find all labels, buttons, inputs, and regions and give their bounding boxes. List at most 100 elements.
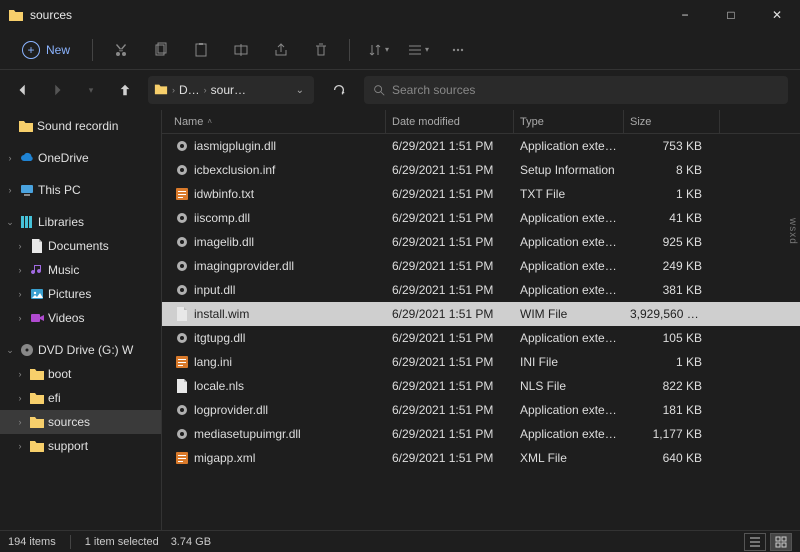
sort-button[interactable]: ▾: [362, 35, 394, 65]
nav-support[interactable]: › support: [0, 434, 161, 458]
file-type: Application exten…: [514, 235, 624, 249]
file-row[interactable]: logprovider.dll6/29/2021 1:51 PMApplicat…: [162, 398, 800, 422]
chevron-icon: ›: [14, 265, 26, 275]
close-button[interactable]: ✕: [754, 0, 800, 30]
breadcrumb-segment[interactable]: D…: [179, 83, 200, 97]
status-item-count: 194 items: [8, 536, 56, 548]
paste-button[interactable]: [185, 35, 217, 65]
file-row[interactable]: itgtupg.dll6/29/2021 1:51 PMApplication …: [162, 326, 800, 350]
cut-button[interactable]: [105, 35, 137, 65]
file-row[interactable]: mediasetupuimgr.dll6/29/2021 1:51 PMAppl…: [162, 422, 800, 446]
file-size: 822 KB: [624, 379, 720, 393]
column-header-date[interactable]: Date modified: [386, 110, 514, 133]
chevron-down-icon[interactable]: ⌄: [292, 85, 308, 96]
file-date: 6/29/2021 1:51 PM: [386, 355, 514, 369]
nav-pictures[interactable]: › Pictures: [0, 282, 161, 306]
file-size: 41 KB: [624, 211, 720, 225]
file-row[interactable]: imagingprovider.dll6/29/2021 1:51 PMAppl…: [162, 254, 800, 278]
forward-button[interactable]: [42, 75, 72, 105]
maximize-button[interactable]: □: [708, 0, 754, 30]
main-area: Sound recordin › OneDrive › This PC ⌄ Li…: [0, 110, 800, 530]
nav-videos[interactable]: › Videos: [0, 306, 161, 330]
file-type: Application exten…: [514, 211, 624, 225]
file-row[interactable]: migapp.xml6/29/2021 1:51 PMXML File640 K…: [162, 446, 800, 470]
file-type: Application exten…: [514, 331, 624, 345]
file-row[interactable]: install.wim6/29/2021 1:51 PMWIM File3,92…: [162, 302, 800, 326]
file-size: 381 KB: [624, 283, 720, 297]
file-size: 753 KB: [624, 139, 720, 153]
column-header-type[interactable]: Type: [514, 110, 624, 133]
chevron-icon: ›: [14, 241, 26, 251]
search-icon: [372, 83, 386, 97]
file-name: logprovider.dll: [194, 403, 268, 417]
refresh-button[interactable]: [324, 75, 354, 105]
new-button[interactable]: + New: [12, 37, 80, 63]
file-row[interactable]: icbexclusion.inf6/29/2021 1:51 PMSetup I…: [162, 158, 800, 182]
pc-icon: [19, 182, 35, 198]
file-row[interactable]: iiscomp.dll6/29/2021 1:51 PMApplication …: [162, 206, 800, 230]
address-bar[interactable]: › D… › sour… ⌄: [148, 76, 314, 104]
nav-onedrive[interactable]: › OneDrive: [0, 146, 161, 170]
file-row[interactable]: locale.nls6/29/2021 1:51 PMNLS File822 K…: [162, 374, 800, 398]
command-bar: + New ▾ ▾: [0, 30, 800, 70]
file-icon: [174, 234, 190, 250]
view-thumbnails-button[interactable]: [770, 533, 792, 551]
view-details-button[interactable]: [744, 533, 766, 551]
file-size: 640 KB: [624, 451, 720, 465]
copy-button[interactable]: [145, 35, 177, 65]
column-header-name[interactable]: Name ˄: [168, 110, 386, 133]
file-date: 6/29/2021 1:51 PM: [386, 163, 514, 177]
nav-music[interactable]: › Music: [0, 258, 161, 282]
file-type: TXT File: [514, 187, 624, 201]
nav-this-pc[interactable]: › This PC: [0, 178, 161, 202]
file-row[interactable]: imagelib.dll6/29/2021 1:51 PMApplication…: [162, 230, 800, 254]
folder-icon: [29, 390, 45, 406]
nav-efi[interactable]: › efi: [0, 386, 161, 410]
separator: [70, 535, 71, 549]
column-headers: Name ˄ Date modified Type Size: [162, 110, 800, 134]
rename-button[interactable]: [225, 35, 257, 65]
file-icon: [174, 210, 190, 226]
recent-button[interactable]: ▾: [76, 75, 106, 105]
file-row[interactable]: idwbinfo.txt6/29/2021 1:51 PMTXT File1 K…: [162, 182, 800, 206]
file-rows: iasmigplugin.dll6/29/2021 1:51 PMApplica…: [162, 134, 800, 530]
file-row[interactable]: input.dll6/29/2021 1:51 PMApplication ex…: [162, 278, 800, 302]
more-button[interactable]: [442, 35, 474, 65]
file-name: iiscomp.dll: [194, 211, 250, 225]
file-row[interactable]: lang.ini6/29/2021 1:51 PMINI File1 KB: [162, 350, 800, 374]
file-icon: [174, 378, 190, 394]
nav-documents[interactable]: › Documents: [0, 234, 161, 258]
file-name: icbexclusion.inf: [194, 163, 275, 177]
file-row[interactable]: iasmigplugin.dll6/29/2021 1:51 PMApplica…: [162, 134, 800, 158]
file-type: Application exten…: [514, 403, 624, 417]
breadcrumb-segment[interactable]: sour…: [211, 83, 246, 97]
file-icon: [174, 354, 190, 370]
status-size: 3.74 GB: [171, 536, 211, 548]
back-button[interactable]: [8, 75, 38, 105]
file-icon: [174, 258, 190, 274]
file-name: imagingprovider.dll: [194, 259, 294, 273]
nav-sound-recordin[interactable]: Sound recordin: [0, 114, 161, 138]
column-header-size[interactable]: Size: [624, 110, 720, 133]
chevron-icon: ›: [14, 289, 26, 299]
nav-sources[interactable]: › sources: [0, 410, 161, 434]
chevron-icon: ›: [202, 85, 209, 95]
up-button[interactable]: [110, 75, 140, 105]
nav-dvd-drive[interactable]: ⌄ DVD Drive (G:) W: [0, 338, 161, 362]
window-title: sources: [30, 8, 72, 22]
nav-libraries[interactable]: ⌄ Libraries: [0, 210, 161, 234]
share-button[interactable]: [265, 35, 297, 65]
file-name: lang.ini: [194, 355, 232, 369]
minimize-button[interactable]: −: [662, 0, 708, 30]
file-date: 6/29/2021 1:51 PM: [386, 451, 514, 465]
nav-boot[interactable]: › boot: [0, 362, 161, 386]
window-icon: [8, 7, 24, 23]
plus-icon: +: [22, 41, 40, 59]
file-date: 6/29/2021 1:51 PM: [386, 331, 514, 345]
search-input[interactable]: Search sources: [364, 76, 788, 104]
view-button[interactable]: ▾: [402, 35, 434, 65]
file-icon: [174, 426, 190, 442]
file-type: Application exten…: [514, 427, 624, 441]
delete-button[interactable]: [305, 35, 337, 65]
folder-icon: [29, 438, 45, 454]
